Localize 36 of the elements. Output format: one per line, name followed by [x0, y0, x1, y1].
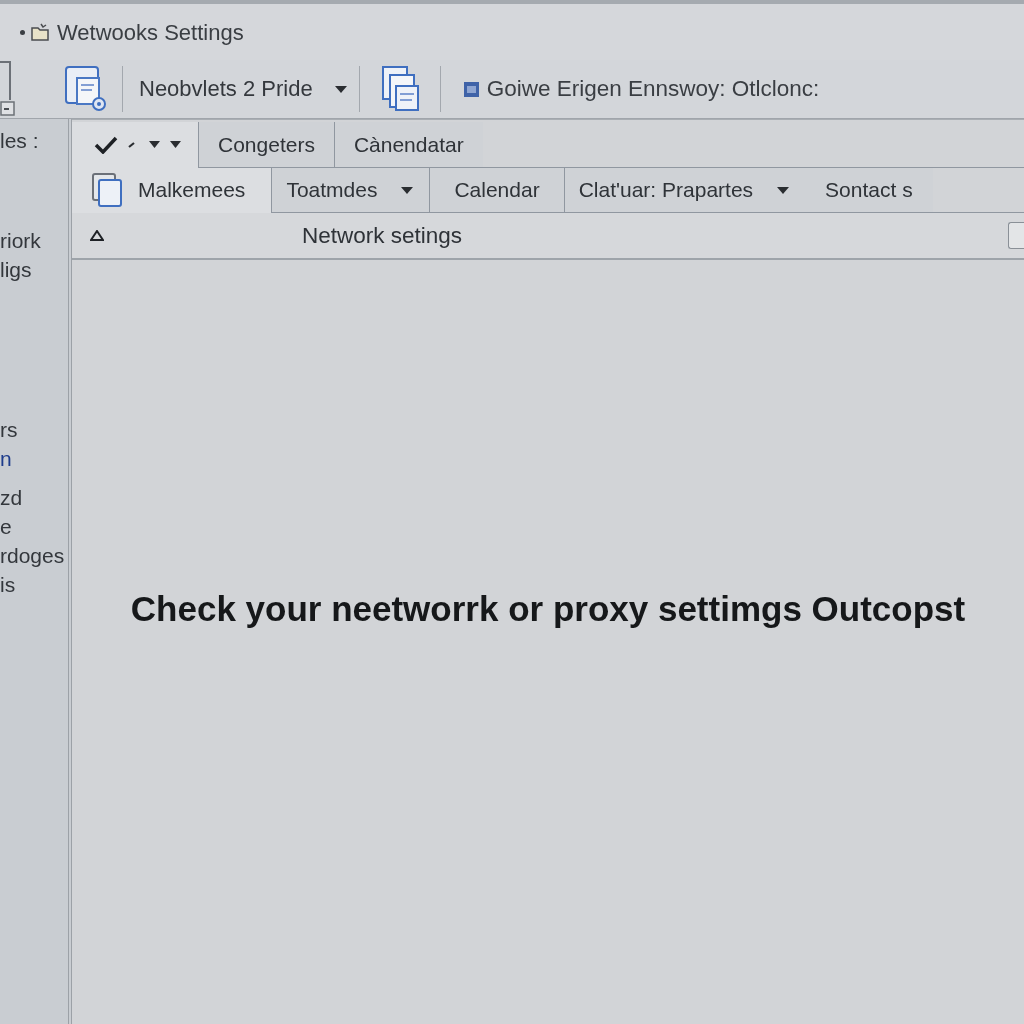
tab[interactable]: Congeters [198, 122, 334, 168]
window-title: Wetwooks Settings [57, 18, 244, 47]
caret-icon [334, 85, 347, 93]
tab[interactable] [72, 122, 198, 168]
tab[interactable]: Malkemees [72, 168, 272, 213]
sidebar-link[interactable]: n [0, 444, 12, 473]
dash-icon [128, 141, 135, 148]
edge-button[interactable] [1008, 222, 1024, 249]
folder-icon [31, 23, 49, 41]
dot-icon [20, 29, 25, 35]
stacked-windows-icon [92, 173, 122, 207]
sidebar-item[interactable]: zd [0, 483, 23, 512]
check-icon [94, 135, 118, 154]
caret-icon [170, 141, 181, 148]
caret-icon [777, 186, 790, 194]
sidebar-item[interactable]: ligs [0, 255, 32, 284]
sidebar-item[interactable]: les : [0, 126, 39, 155]
status-text: Goiwe Erigen Ennswoy: Otlclonc: [486, 75, 820, 104]
sidebar-item[interactable]: rs [0, 415, 18, 444]
error-message: Check your neetworrk or proxy settimgs Outcopst [130, 587, 966, 630]
document-gear-icon [65, 66, 107, 112]
tab[interactable]: Calendar [429, 168, 564, 213]
toolbar-dropdown[interactable]: Neobvlets 2 Pride [139, 78, 347, 100]
sidebar-item[interactable]: rdoges [0, 541, 65, 570]
triangle-icon [90, 230, 104, 241]
caret-icon [401, 186, 414, 194]
caret-icon [149, 141, 160, 148]
sidebar-item[interactable]: is [0, 570, 16, 599]
tab[interactable]: Clat'uar: Prapartes [563, 168, 806, 213]
sidebar-item[interactable]: e [0, 512, 12, 541]
tab[interactable]: Cànendatar [333, 122, 483, 168]
tab[interactable]: Toatmdes [271, 168, 430, 213]
square-icon [463, 81, 479, 97]
section-title: Network setings [302, 221, 463, 250]
documents-icon [381, 66, 420, 112]
sidebar-item[interactable]: riork [0, 226, 41, 255]
